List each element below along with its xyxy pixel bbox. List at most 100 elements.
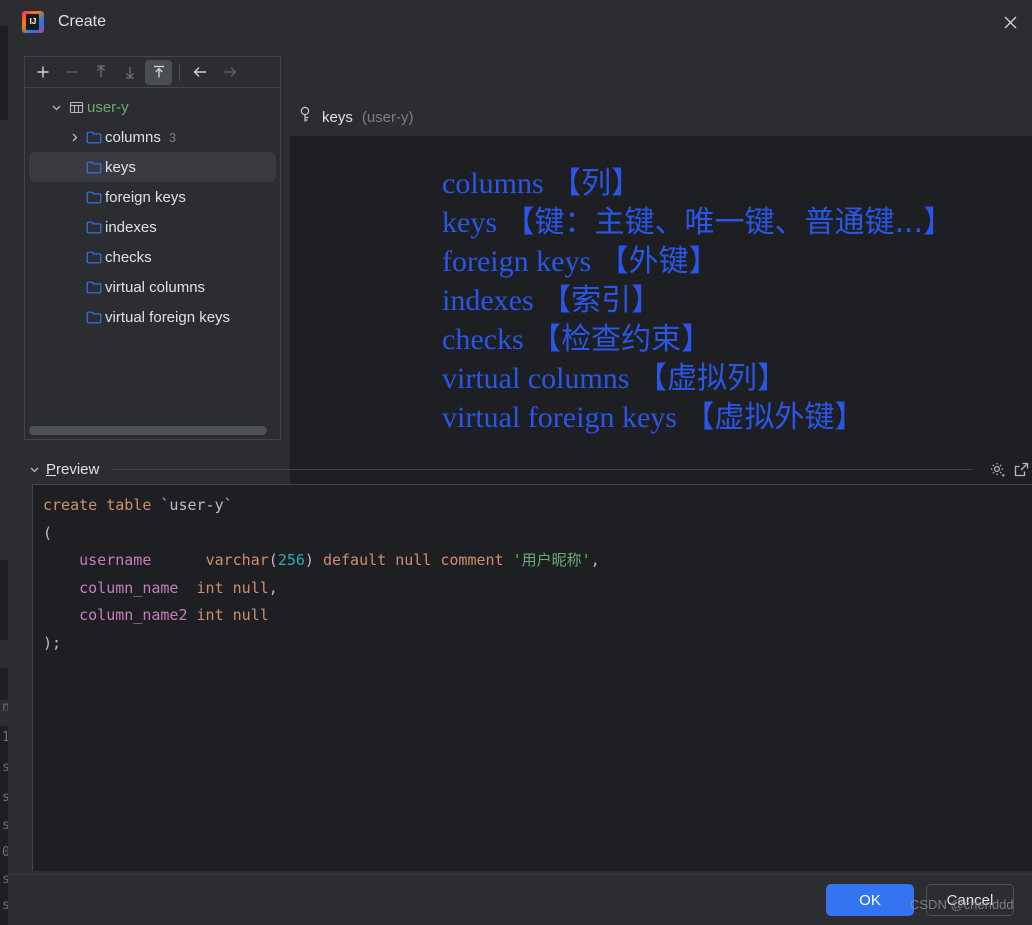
sql-code: create table `user-y`( username varchar(…	[33, 485, 1032, 657]
code-token: (	[43, 523, 53, 542]
code-token: ,	[268, 578, 278, 597]
code-token: int null	[196, 606, 269, 624]
dialog-title: Create	[58, 13, 107, 30]
annotation-term: checks	[442, 323, 532, 356]
code-token: '用户昵称'	[512, 551, 591, 569]
annotation-term: keys	[442, 206, 505, 239]
navigate-back-button[interactable]	[187, 60, 214, 85]
code-line: (	[43, 520, 1032, 548]
code-token: varchar	[205, 551, 269, 569]
create-table-dialog: IJ Create user-y columns 3 keys foreign …	[8, 0, 1032, 925]
code-token: );	[43, 633, 62, 652]
move-up-button[interactable]	[87, 60, 114, 85]
chevron-right-icon[interactable]	[65, 132, 83, 143]
annotation-translation: 【外键】	[598, 244, 719, 279]
gear-dropdown-icon[interactable]	[986, 458, 1008, 480]
annotation-line: virtual foreign keys 【虚拟外键】	[442, 398, 953, 437]
annotation-term: indexes	[442, 284, 542, 317]
tree-children: columns 3 keys foreign keys indexes checks vir…	[25, 122, 280, 332]
annotation-line: checks 【检查约束】	[442, 320, 953, 359]
detail-header: keys (user-y)	[298, 106, 414, 128]
annotation-term: virtual foreign keys	[442, 401, 685, 434]
close-icon[interactable]	[996, 8, 1024, 36]
folder-icon	[83, 250, 105, 265]
tree-horizontal-scrollbar[interactable]	[29, 426, 267, 435]
code-token: `user-y`	[160, 496, 233, 514]
folder-icon	[83, 280, 105, 295]
tree-item-label: checks	[105, 248, 152, 266]
annotation-term: columns	[442, 167, 552, 200]
annotation-line: keys 【键：主键、唯一键、普通键...】	[442, 203, 953, 242]
code-token: default null comment	[322, 551, 513, 569]
code-token: )	[304, 551, 323, 569]
annotation-translation: 【索引】	[541, 283, 662, 318]
detail-body: columns 【列】 keys 【键：主键、唯一键、普通键...】 foreign…	[290, 136, 1032, 486]
move-down-button[interactable]	[116, 60, 143, 85]
preview-label-rest: review	[56, 460, 100, 478]
tree-item-label: indexes	[105, 218, 157, 236]
tree-item-label: virtual foreign keys	[105, 308, 231, 326]
folder-icon	[83, 310, 105, 325]
sql-preview-panel[interactable]: create table `user-y`( username varchar(…	[32, 484, 1032, 871]
dialog-titlebar: IJ Create	[8, 0, 1032, 44]
preview-label-mnemonic: P	[46, 460, 57, 478]
remove-button[interactable]	[58, 60, 85, 85]
preview-label[interactable]: Preview	[46, 461, 99, 478]
open-in-new-window-icon[interactable]	[1010, 458, 1032, 480]
tree-row-keys[interactable]: keys	[29, 152, 276, 182]
code-token: ,	[590, 551, 600, 569]
object-tree-panel[interactable]: user-y columns 3 keys foreign keys indexes ch…	[24, 87, 281, 440]
detail-subtitle: (user-y)	[361, 108, 414, 126]
chevron-down-icon[interactable]	[24, 464, 44, 475]
code-token: (	[268, 551, 278, 569]
navigate-forward-button[interactable]	[216, 60, 243, 85]
tree-item-label: foreign keys	[105, 188, 186, 206]
tree-item-label: virtual columns	[105, 278, 206, 296]
annotation-line: columns 【列】	[442, 164, 953, 203]
tree-item-label: columns	[105, 128, 161, 146]
tree-row-virtual-foreign-keys[interactable]: virtual foreign keys	[29, 302, 276, 332]
folder-icon	[83, 190, 105, 205]
annotation-list: columns 【列】 keys 【键：主键、唯一键、普通键...】 foreign…	[442, 164, 953, 437]
table-icon	[65, 100, 87, 115]
annotation-translation: 【虚拟列】	[636, 361, 787, 396]
key-icon	[298, 106, 313, 128]
tree-row-indexes[interactable]: indexes	[29, 212, 276, 242]
intellij-idea-logo-icon: IJ	[22, 11, 44, 33]
add-button[interactable]	[29, 60, 56, 85]
annotation-translation: 【列】	[551, 166, 642, 201]
code-line: column_name int null,	[43, 575, 1032, 603]
tree-row-virtual-columns[interactable]: virtual columns	[29, 272, 276, 302]
ok-button[interactable]: OK	[826, 884, 914, 916]
tree-item-label: keys	[105, 158, 136, 176]
cancel-button[interactable]: Cancel	[926, 884, 1014, 916]
code-token: create table	[43, 496, 161, 514]
tree-row-root[interactable]: user-y	[29, 92, 276, 122]
chevron-down-icon[interactable]	[47, 102, 65, 113]
tree-item-count: 3	[168, 129, 177, 145]
structure-editor-area: user-y columns 3 keys foreign keys indexes ch…	[8, 44, 1032, 486]
tree-row-foreign-keys[interactable]: foreign keys	[29, 182, 276, 212]
code-token: column_name	[79, 578, 179, 597]
code-line: column_name2 int null	[43, 602, 1032, 630]
code-line: username varchar(256) default null comme…	[43, 547, 1032, 575]
annotation-translation: 【键：主键、唯一键、普通键...】	[504, 205, 954, 240]
folder-icon	[83, 130, 105, 145]
tree-row-checks[interactable]: checks	[29, 242, 276, 272]
folder-icon	[83, 160, 105, 175]
expand-button[interactable]	[145, 59, 172, 85]
tree-row-columns[interactable]: columns 3	[29, 122, 276, 152]
tree-root-label: user-y	[87, 98, 129, 116]
preview-divider	[113, 468, 972, 470]
annotation-line: virtual columns 【虚拟列】	[442, 359, 953, 398]
tree-rows: user-y columns 3 keys foreign keys indexes ch…	[25, 88, 280, 332]
code-token: username	[79, 551, 152, 569]
annotation-term: virtual columns	[442, 362, 637, 395]
detail-title: keys	[322, 108, 353, 126]
